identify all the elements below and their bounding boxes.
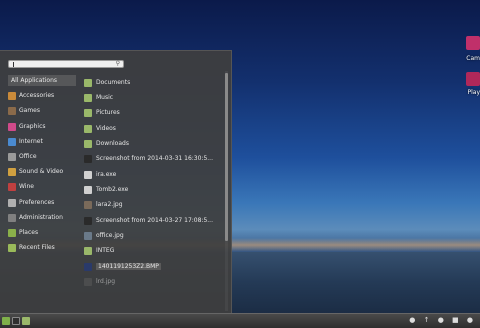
desktop-icon-cam[interactable]	[466, 36, 480, 50]
menu-item-lara2-jpg[interactable]: lara2.jpg	[84, 199, 220, 210]
category-label: Sound & Video	[19, 168, 64, 175]
desktop-icon-cam-label[interactable]: Cam	[466, 55, 480, 62]
image-icon	[84, 262, 92, 271]
office-icon	[8, 152, 16, 161]
wine-icon	[8, 182, 16, 191]
folder-documents-icon	[84, 78, 92, 87]
category-all-applications[interactable]: All Applications	[8, 75, 76, 86]
places-icon	[8, 228, 16, 237]
category-preferences[interactable]: Preferences	[8, 197, 76, 208]
system-tray[interactable]: ● ↑ ● ■ ●	[409, 316, 476, 324]
menu-item-ira-exe[interactable]: ira.exe	[84, 169, 220, 180]
desktop-icon-play[interactable]	[466, 72, 480, 86]
menu-icon[interactable]	[2, 317, 10, 325]
menu-item-downloads[interactable]: Downloads	[84, 138, 220, 149]
image-icon	[84, 200, 92, 209]
category-places[interactable]: Places	[8, 227, 76, 238]
image-icon	[84, 231, 92, 240]
item-label: Documents	[96, 79, 131, 86]
item-label: INTEG	[96, 247, 115, 254]
category-label: Places	[19, 229, 39, 236]
application-menu: ⚲ All Applications Accessories Games Gra…	[0, 50, 232, 314]
category-label: Administration	[19, 214, 63, 221]
image-icon	[84, 277, 92, 286]
folder-videos-icon	[84, 124, 92, 133]
menu-item-integ[interactable]: INTEG	[84, 245, 220, 256]
item-label: Screenshot from 2014-03-31 16:30:5...	[96, 155, 213, 162]
desktop-icon-play-label[interactable]: Play	[467, 89, 480, 96]
category-label: Games	[19, 107, 40, 114]
category-graphics[interactable]: Graphics	[8, 121, 76, 132]
item-label: 1401191253Z2.BMP	[96, 263, 161, 270]
accessories-icon	[8, 91, 16, 100]
item-label: lara2.jpg	[96, 201, 123, 208]
menu-item-documents[interactable]: Documents	[84, 77, 220, 88]
games-icon	[8, 106, 16, 115]
folder-pictures-icon	[84, 108, 92, 117]
scrollbar-thumb[interactable]	[225, 73, 228, 241]
category-label: Graphics	[19, 123, 46, 130]
image-icon	[84, 154, 92, 163]
category-label: All Applications	[11, 77, 57, 84]
terminal-icon[interactable]	[12, 317, 20, 325]
exe-icon	[84, 170, 92, 179]
category-games[interactable]: Games	[8, 105, 76, 116]
category-label: Office	[19, 153, 37, 160]
item-label: Tomb2.exe	[96, 186, 129, 193]
item-label: Screenshot from 2014-03-27 17:08:5...	[96, 217, 213, 224]
menu-item-lrd-jpg[interactable]: lrd.jpg	[84, 276, 220, 287]
category-accessories[interactable]: Accessories	[8, 90, 76, 101]
menu-item-videos[interactable]: Videos	[84, 123, 220, 134]
folder-icon	[84, 246, 92, 255]
internet-icon	[8, 137, 16, 146]
category-office[interactable]: Office	[8, 151, 76, 162]
menu-item-music[interactable]: Music	[84, 92, 220, 103]
taskbar: ● ↑ ● ■ ●	[0, 313, 480, 328]
files-icon[interactable]	[22, 317, 30, 325]
menu-item-screenshot-1[interactable]: Screenshot from 2014-03-31 16:30:5...	[84, 153, 220, 164]
item-label: Downloads	[96, 140, 129, 147]
item-label: lrd.jpg	[96, 278, 116, 285]
category-wine[interactable]: Wine	[8, 181, 76, 192]
menu-item-office-jpg[interactable]: office.jpg	[84, 230, 220, 241]
category-label: Internet	[19, 138, 43, 145]
administration-icon	[8, 213, 16, 222]
category-recent-files[interactable]: Recent Files	[8, 242, 76, 253]
item-label: Videos	[96, 125, 116, 132]
preferences-icon	[8, 198, 16, 207]
item-label: ira.exe	[96, 171, 117, 178]
menu-item-bmp[interactable]: 1401191253Z2.BMP	[84, 261, 220, 272]
search-input[interactable]: ⚲	[8, 60, 124, 68]
exe-icon	[84, 185, 92, 194]
image-icon	[84, 216, 92, 225]
item-label: office.jpg	[96, 232, 124, 239]
category-label: Wine	[19, 183, 34, 190]
menu-item-tomb2-exe[interactable]: Tomb2.exe	[84, 184, 220, 195]
category-internet[interactable]: Internet	[8, 136, 76, 147]
category-label: Recent Files	[19, 244, 55, 251]
category-label: Preferences	[19, 199, 55, 206]
sound-video-icon	[8, 167, 16, 176]
text-caret	[13, 62, 14, 67]
recent-files-icon	[8, 243, 16, 252]
category-label: Accessories	[19, 92, 55, 99]
item-label: Music	[96, 94, 114, 101]
graphics-icon	[8, 122, 16, 131]
menu-item-screenshot-2[interactable]: Screenshot from 2014-03-27 17:08:5...	[84, 215, 220, 226]
search-icon: ⚲	[115, 60, 120, 67]
category-administration[interactable]: Administration	[8, 212, 76, 223]
item-label: Pictures	[96, 109, 120, 116]
category-sound-video[interactable]: Sound & Video	[8, 166, 76, 177]
folder-downloads-icon	[84, 139, 92, 148]
menu-item-pictures[interactable]: Pictures	[84, 107, 220, 118]
folder-music-icon	[84, 93, 92, 102]
